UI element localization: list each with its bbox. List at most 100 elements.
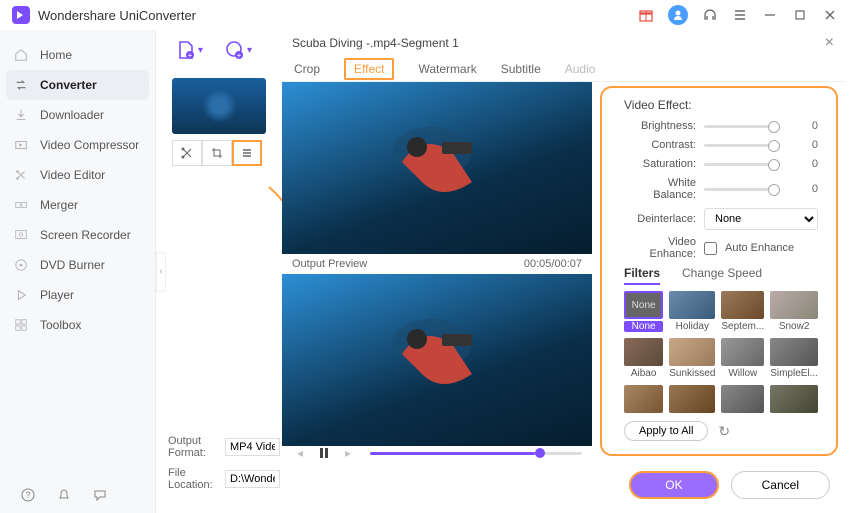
- clip-thumbnail[interactable]: [172, 78, 264, 166]
- sidebar-item-label: Converter: [40, 78, 97, 92]
- tab-audio[interactable]: Audio: [565, 58, 596, 80]
- close-icon[interactable]: [822, 7, 838, 23]
- svg-text:+: +: [237, 51, 242, 60]
- sidebar-item-toolbox[interactable]: Toolbox: [0, 310, 155, 340]
- feedback-icon[interactable]: [92, 487, 108, 503]
- saturation-slider[interactable]: [704, 163, 780, 166]
- output-format-select[interactable]: [225, 438, 280, 456]
- output-format-label: Output Format:: [168, 435, 219, 459]
- contrast-value: 0: [788, 139, 818, 151]
- sidebar-item-label: Home: [40, 48, 72, 62]
- deinterlace-select[interactable]: None: [704, 208, 818, 230]
- sidebar-item-label: DVD Burner: [40, 258, 105, 272]
- editor-tabs: Crop Effect Watermark Subtitle Audio: [282, 56, 844, 82]
- cancel-button[interactable]: Cancel: [731, 471, 830, 499]
- sidebar-item-label: Downloader: [40, 108, 104, 122]
- add-url-button[interactable]: +▾: [225, 40, 252, 60]
- output-preview: [282, 274, 592, 446]
- original-preview: [282, 82, 592, 254]
- tab-effect[interactable]: Effect: [344, 58, 394, 80]
- subtab-filters[interactable]: Filters: [624, 266, 660, 285]
- trim-button[interactable]: [172, 140, 202, 166]
- white-balance-label: White Balance:: [624, 177, 696, 201]
- add-file-button[interactable]: +▾: [176, 40, 203, 60]
- filter-simpleel[interactable]: SimpleEl...: [770, 338, 818, 379]
- effect-controls: Video Effect: Brightness:0 Contrast:0 Sa…: [600, 86, 838, 456]
- user-avatar-icon[interactable]: [668, 5, 688, 25]
- deinterlace-label: Deinterlace:: [624, 213, 696, 225]
- effect-button[interactable]: [232, 140, 262, 166]
- headset-icon[interactable]: [702, 7, 718, 23]
- sidebar-item-label: Video Editor: [40, 168, 105, 182]
- bell-icon[interactable]: [56, 487, 72, 503]
- sidebar-item-editor[interactable]: Video Editor: [0, 160, 155, 190]
- filter-aibao[interactable]: Aibao: [624, 338, 663, 379]
- pause-button[interactable]: [316, 445, 332, 461]
- editor-title: Scuba Diving -.mp4-Segment 1: [292, 36, 459, 50]
- brightness-slider[interactable]: [704, 125, 780, 128]
- app-title: Wondershare UniConverter: [38, 8, 196, 23]
- minimize-icon[interactable]: [762, 7, 778, 23]
- next-frame-button[interactable]: ▸: [340, 445, 356, 461]
- filter-sunkissed[interactable]: Sunkissed: [669, 338, 715, 379]
- filter-item[interactable]: [721, 385, 764, 413]
- sidebar-item-label: Merger: [40, 198, 78, 212]
- filter-none[interactable]: NoneNone: [624, 291, 663, 332]
- time-display: 00:05/00:07: [524, 258, 582, 270]
- sidebar-item-converter[interactable]: Converter: [6, 70, 149, 100]
- sidebar-item-downloader[interactable]: Downloader: [0, 100, 155, 130]
- enhance-label: Video Enhance:: [624, 236, 696, 260]
- filter-item[interactable]: [770, 385, 818, 413]
- contrast-label: Contrast:: [624, 139, 696, 151]
- filter-grid: NoneNone Holiday Septem... Snow2 Aibao S…: [624, 291, 818, 413]
- app-logo-icon: [12, 6, 30, 24]
- effect-editor: Scuba Diving -.mp4-Segment 1 × Crop Effe…: [282, 30, 844, 507]
- menu-icon[interactable]: [732, 7, 748, 23]
- prev-frame-button[interactable]: ◂: [292, 445, 308, 461]
- apply-all-button[interactable]: Apply to All: [624, 421, 708, 441]
- filter-item[interactable]: [624, 385, 663, 413]
- tab-watermark[interactable]: Watermark: [418, 58, 476, 80]
- gift-icon[interactable]: [638, 7, 654, 23]
- collapse-handle[interactable]: ‹: [156, 252, 166, 292]
- subtab-speed[interactable]: Change Speed: [682, 266, 762, 285]
- sidebar-item-player[interactable]: Player: [0, 280, 155, 310]
- sidebar-item-label: Video Compressor: [40, 138, 139, 152]
- white-balance-value: 0: [788, 183, 818, 195]
- filter-willow[interactable]: Willow: [721, 338, 764, 379]
- file-location-label: File Location:: [168, 467, 219, 491]
- auto-enhance-label: Auto Enhance: [725, 242, 794, 254]
- output-preview-label: Output Preview: [292, 258, 367, 270]
- tab-crop[interactable]: Crop: [294, 58, 320, 80]
- filter-september[interactable]: Septem...: [721, 291, 764, 332]
- filter-item[interactable]: [669, 385, 715, 413]
- sidebar-item-label: Screen Recorder: [40, 228, 131, 242]
- preview-column: Output Preview 00:05/00:07: [282, 82, 592, 460]
- timeline-slider[interactable]: [370, 452, 582, 455]
- sidebar-item-dvd[interactable]: DVD Burner: [0, 250, 155, 280]
- maximize-icon[interactable]: [792, 7, 808, 23]
- filter-holiday[interactable]: Holiday: [669, 291, 715, 332]
- sidebar-item-recorder[interactable]: Screen Recorder: [0, 220, 155, 250]
- sidebar-item-home[interactable]: Home: [0, 40, 155, 70]
- filter-snow2[interactable]: Snow2: [770, 291, 818, 332]
- brightness-label: Brightness:: [624, 120, 696, 132]
- sidebar-item-merger[interactable]: Merger: [0, 190, 155, 220]
- auto-enhance-checkbox[interactable]: [704, 242, 717, 255]
- sidebar-item-label: Toolbox: [40, 318, 81, 332]
- crop-button[interactable]: [202, 140, 232, 166]
- refresh-icon[interactable]: ↻: [718, 423, 730, 440]
- player-controls: ◂ ▸: [282, 441, 592, 465]
- svg-text:+: +: [188, 51, 193, 60]
- contrast-slider[interactable]: [704, 144, 780, 147]
- white-balance-slider[interactable]: [704, 188, 780, 191]
- saturation-label: Saturation:: [624, 158, 696, 170]
- tab-subtitle[interactable]: Subtitle: [501, 58, 541, 80]
- ok-button[interactable]: OK: [629, 471, 718, 499]
- editor-close-icon[interactable]: ×: [825, 34, 834, 52]
- sidebar-item-compressor[interactable]: Video Compressor: [0, 130, 155, 160]
- file-location-input[interactable]: [225, 470, 280, 488]
- help-icon[interactable]: ?: [20, 487, 36, 503]
- svg-text:?: ?: [25, 490, 30, 500]
- clip-preview-image: [172, 78, 266, 134]
